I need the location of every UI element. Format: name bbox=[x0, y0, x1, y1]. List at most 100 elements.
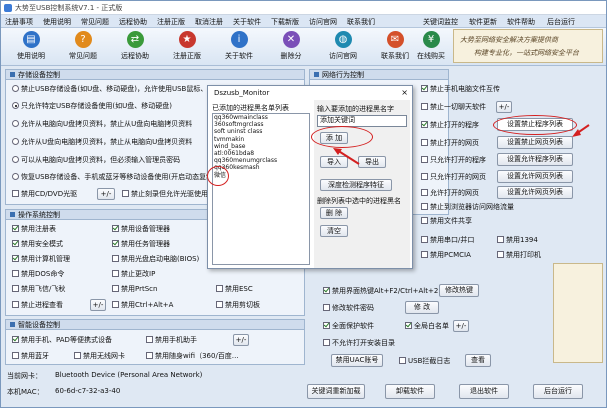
storage-option-4[interactable]: 允许从U盘向电脑拷贝资料，禁止从电脑向U盘拷贝资料 bbox=[12, 138, 192, 147]
os-left-6[interactable]: 禁止进程查看 bbox=[12, 301, 63, 310]
cd-dvd-checkbox[interactable]: 禁用CD/DVD光驱 bbox=[12, 190, 77, 199]
global-whitelist-checkbox[interactable]: 全局白名单 bbox=[405, 322, 449, 331]
os-left-4[interactable]: 禁用DOS命令 bbox=[12, 270, 64, 279]
reload-keywords-button[interactable]: 关键词重新加载 bbox=[307, 384, 365, 399]
set-deny-web-list-button[interactable]: 设置禁止网页列表 bbox=[497, 136, 573, 149]
portable-wifi-checkbox[interactable]: 禁用随身wifi（360/百度… bbox=[146, 352, 239, 361]
background-run-button[interactable]: 后台运行 bbox=[533, 384, 583, 399]
disable-uac-button[interactable]: 禁用UAC账号 bbox=[331, 354, 383, 367]
menu-usage[interactable]: 使用说明 bbox=[43, 17, 71, 27]
os-right-5[interactable]: 禁用PrtScn bbox=[112, 285, 157, 294]
deep-detect-button[interactable]: 深度检测程序特征 bbox=[320, 179, 392, 191]
storage-option-3[interactable]: 允许从电脑向U盘拷贝资料，禁止从U盘向电脑拷贝资料 bbox=[12, 120, 192, 129]
toolbar-faq-button[interactable]: ? 常见问题 bbox=[57, 30, 109, 64]
toolbar-remote-button[interactable]: ⇄ 远程协助 bbox=[109, 30, 161, 64]
port-printer-checkbox[interactable]: 禁用打印机 bbox=[497, 251, 541, 260]
list-item[interactable]: atl:0061bda8 bbox=[213, 150, 309, 157]
net-allow-web-checkbox[interactable]: 只允许打开的网页 bbox=[421, 173, 486, 182]
blacklist-listbox[interactable]: qq360wmainclass 360softmgrclass soft uni… bbox=[212, 113, 310, 265]
list-item[interactable]: qq360wmainclass bbox=[213, 114, 309, 121]
list-item[interactable]: 360softmgrclass bbox=[213, 121, 309, 128]
os-extra-clipboard[interactable]: 禁用剪切板 bbox=[216, 301, 260, 310]
deny-install-dir-checkbox[interactable]: 不允许打开安装目录 bbox=[323, 339, 395, 348]
toolbar-about-button[interactable]: i 关于软件 bbox=[213, 30, 265, 64]
net-filetransfer-checkbox[interactable]: 禁止手机电脑文件互传 bbox=[421, 85, 500, 94]
modify-password-checkbox[interactable]: 修改软件密码 bbox=[323, 304, 374, 313]
os-left-3[interactable]: 禁用计算机管理 bbox=[12, 255, 70, 264]
menu-contact[interactable]: 联系我们 bbox=[347, 17, 375, 27]
menu-help[interactable]: 软件帮助 bbox=[507, 17, 535, 27]
os-left-1[interactable]: 禁用注册表 bbox=[12, 225, 56, 234]
net-share-checkbox[interactable]: 禁用文件共享 bbox=[421, 217, 472, 226]
smart-plus-minus-button[interactable]: +/- bbox=[233, 334, 249, 346]
toolbar-usage-button[interactable]: ▤ 使用说明 bbox=[5, 30, 57, 64]
net-plus-minus-button[interactable]: +/- bbox=[496, 101, 512, 113]
set-open-web-list-button[interactable]: 设置允许网页列表 bbox=[497, 186, 573, 199]
smart-phone-checkbox[interactable]: 禁用手机、PAD等便携式设备 bbox=[12, 336, 112, 345]
delete-icon: ✕ bbox=[282, 31, 300, 48]
clear-list-button[interactable]: 清空 bbox=[320, 225, 348, 237]
menu-download[interactable]: 下载新版 bbox=[271, 17, 299, 27]
os-right-4[interactable]: 禁止更改IP bbox=[112, 270, 155, 279]
process-name-input[interactable]: 添加关键词 bbox=[317, 115, 407, 127]
storage-option-5[interactable]: 可以从电脑向U盘拷贝资料，但必须输入管理员密码 bbox=[12, 156, 180, 165]
menu-faq[interactable]: 常见问题 bbox=[81, 17, 109, 27]
os-left-5[interactable]: 禁用飞信/飞秋 bbox=[12, 285, 65, 294]
menu-update[interactable]: 软件更新 bbox=[469, 17, 497, 27]
menu-about[interactable]: 关于软件 bbox=[233, 17, 261, 27]
net-deny-web-checkbox[interactable]: 禁止打开的网页 bbox=[421, 139, 479, 148]
os-right-3[interactable]: 禁用光盘启动电脑(BIOS) bbox=[112, 255, 199, 264]
wireless-checkbox[interactable]: 禁用无线网卡 bbox=[74, 352, 125, 361]
storage-option-1[interactable]: 禁止USB存储设备(如U盘、移动硬盘)，允许使用USB鼠标、键盘 bbox=[12, 85, 221, 94]
net-open-web-checkbox[interactable]: 允许打开的网页 bbox=[421, 189, 479, 198]
os-right-1[interactable]: 禁用设备管理器 bbox=[112, 225, 170, 234]
list-item[interactable]: qq360menumgrclass bbox=[213, 157, 309, 164]
os-plus-minus-button[interactable]: +/- bbox=[90, 299, 106, 311]
uninstall-button[interactable]: 卸载软件 bbox=[385, 384, 435, 399]
modify-hotkey-button[interactable]: 修改热键 bbox=[439, 284, 479, 297]
full-protect-checkbox[interactable]: 全面保护软件 bbox=[323, 322, 374, 331]
exit-button[interactable]: 退出软件 bbox=[459, 384, 509, 399]
os-right-6[interactable]: 禁用Ctrl+Alt+A bbox=[112, 301, 173, 310]
menu-register[interactable]: 注册正版 bbox=[157, 17, 185, 27]
toolbar-buy-button[interactable]: ¥ 在线购买 bbox=[405, 30, 457, 64]
list-item[interactable]: wind_base bbox=[213, 143, 309, 150]
export-button[interactable]: 导出 bbox=[358, 156, 386, 168]
menu-keyword-monitor[interactable]: 关键词监控 bbox=[423, 17, 458, 27]
toolbar-website-button[interactable]: ◍ 访问官网 bbox=[317, 30, 369, 64]
burn-checkbox[interactable]: 禁止刻录但允许光驱使用 bbox=[122, 190, 208, 199]
set-allow-program-list-button[interactable]: 设置允许程序列表 bbox=[497, 153, 573, 166]
menu-unregister[interactable]: 取消注册 bbox=[195, 17, 223, 27]
net-chat-checkbox[interactable]: 禁止一切聊天软件 bbox=[421, 103, 486, 112]
storage-option-6[interactable]: 恢复USB存储设备、手机或蓝牙等移动设备使用(开启动态复制) bbox=[12, 173, 216, 182]
port-pcmcia-checkbox[interactable]: 禁用PCMCIA bbox=[421, 251, 471, 260]
dialog-close-icon[interactable]: × bbox=[401, 88, 408, 97]
phone-assistant-checkbox[interactable]: 禁用手机助手 bbox=[146, 336, 197, 345]
whitelist-plus-minus-button[interactable]: +/- bbox=[453, 320, 469, 332]
cd-plus-minus-button[interactable]: +/- bbox=[97, 188, 115, 200]
net-allow-program-checkbox[interactable]: 只允许打开的程序 bbox=[421, 156, 486, 165]
hotkey-checkbox[interactable]: 禁用界面热键Alt+F2/Ctrl+Alt+2 bbox=[323, 287, 438, 296]
menu-background[interactable]: 后台运行 bbox=[547, 17, 575, 27]
storage-option-2[interactable]: 只允许特定USB存储设备使用(如U盘、移动硬盘) bbox=[12, 102, 172, 111]
menu-website[interactable]: 访问官网 bbox=[309, 17, 337, 27]
set-allow-web-list-button[interactable]: 设置允许网页列表 bbox=[497, 170, 573, 183]
list-item[interactable]: tvmmakin bbox=[213, 136, 309, 143]
toolbar-delete-button[interactable]: ✕ 删除分 bbox=[265, 30, 317, 64]
menu-remote[interactable]: 远程协助 bbox=[119, 17, 147, 27]
view-log-button[interactable]: 查看 bbox=[465, 354, 491, 367]
os-left-2[interactable]: 禁用安全模式 bbox=[12, 240, 63, 249]
modify-password-button[interactable]: 修 改 bbox=[405, 301, 439, 314]
usb-log-checkbox[interactable]: USB拦截日志 bbox=[399, 357, 450, 366]
toolbar-register-button[interactable]: ★ 注册正版 bbox=[161, 30, 213, 64]
bluetooth-checkbox[interactable]: 禁用蓝牙 bbox=[12, 352, 49, 361]
menu-register-info[interactable]: 注册事项 bbox=[5, 17, 33, 27]
port-serial-checkbox[interactable]: 禁用串口/并口 bbox=[421, 236, 474, 245]
os-right-2[interactable]: 禁用任务管理器 bbox=[112, 240, 170, 249]
port-1394-checkbox[interactable]: 禁用1394 bbox=[497, 236, 538, 245]
os-extra-esc[interactable]: 禁用ESC bbox=[216, 285, 253, 294]
net-deny-program-checkbox[interactable]: 禁止打开的程序 bbox=[421, 121, 479, 130]
delete-process-button[interactable]: 删 除 bbox=[320, 207, 348, 219]
list-item[interactable]: soft uninst class bbox=[213, 128, 309, 135]
net-browser-flow-checkbox[interactable]: 禁止到浏览器访问网络流量 bbox=[421, 203, 514, 212]
